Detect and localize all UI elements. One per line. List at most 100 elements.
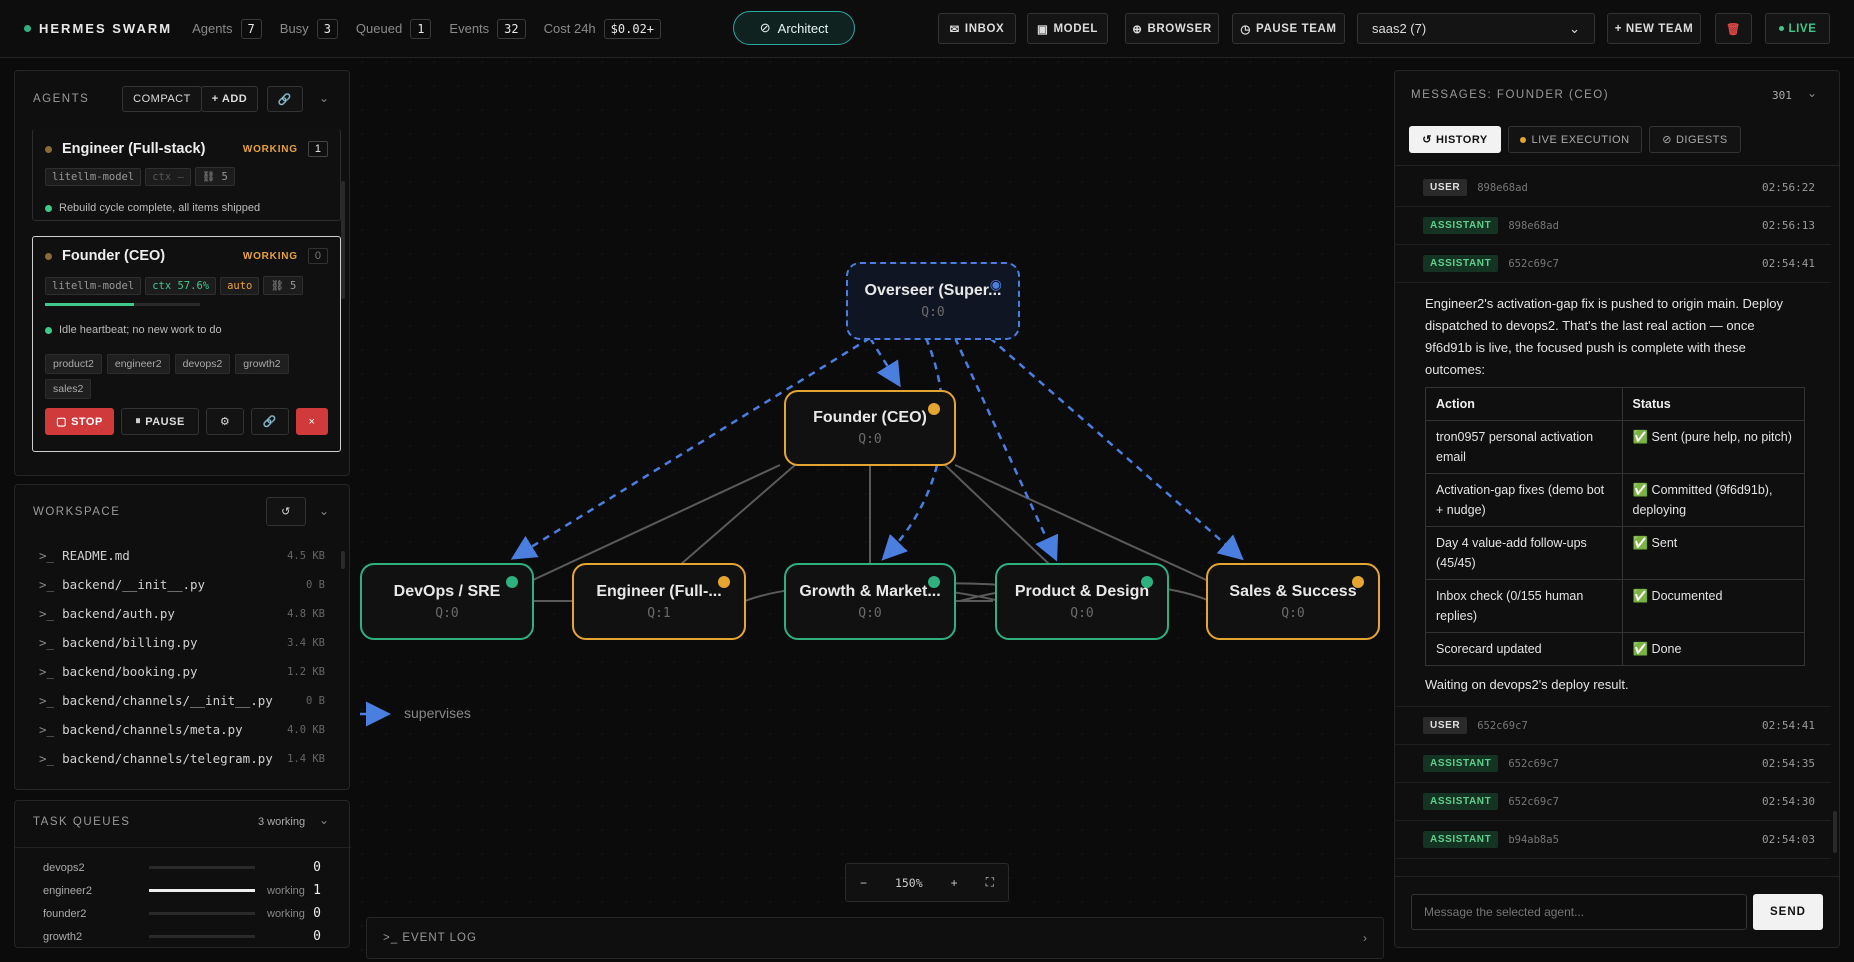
event-log-bar[interactable]: >_ EVENT LOG › <box>366 917 1384 959</box>
subordinate-chip[interactable]: sales2 <box>45 379 92 399</box>
stop-button[interactable]: ▢ STOP <box>45 408 114 435</box>
pause-button[interactable]: ⏸ PAUSE <box>121 408 199 435</box>
agent-card-engineer[interactable]: Engineer (Full-stack) WORKING 1 litellm-… <box>32 129 341 221</box>
chevron-down-icon[interactable]: ⌄ <box>1807 86 1817 100</box>
agents-title: AGENTS <box>33 93 90 105</box>
pause-team-button[interactable]: ◷ PAUSE TEAM <box>1232 13 1345 44</box>
status-cell: ✅ Committed (9f6d91b), deploying <box>1621 473 1805 527</box>
gear-icon[interactable]: ⚙ <box>206 408 244 435</box>
message-row[interactable]: ASSISTANT b94ab8a5 02:54:03 <box>1395 821 1831 859</box>
table-header: Action <box>1425 387 1623 421</box>
send-button[interactable]: SEND <box>1753 894 1823 930</box>
status-cell: ✅ Sent (pure help, no pitch) <box>1621 420 1805 474</box>
stat-value: $0.02+ <box>603 18 662 39</box>
subordinate-chip[interactable]: engineer2 <box>106 354 170 374</box>
subordinate-chip[interactable]: product2 <box>45 354 102 374</box>
file-size: 1.4 KB <box>287 752 325 765</box>
history-icon[interactable]: ↺ <box>266 497 306 526</box>
subordinate-chip[interactable]: devops2 <box>174 354 231 374</box>
tab-digests[interactable]: ⊘ DIGESTS <box>1649 126 1741 153</box>
fit-view-icon[interactable]: ⛶ <box>986 875 994 890</box>
node-devops[interactable]: DevOps / SRE Q:0 <box>360 563 534 640</box>
node-sales[interactable]: Sales & Success Q:0 <box>1206 563 1380 640</box>
node-product[interactable]: Product & Design Q:0 <box>995 563 1169 640</box>
chevron-down-icon[interactable]: ⌄ <box>319 91 329 105</box>
top-bar: HERMES SWARM Agents 7 Busy 3 Queued 1 Event… <box>0 0 1854 58</box>
role-badge: ASSISTANT <box>1423 255 1499 272</box>
message-id: 652c69c7 <box>1508 257 1559 270</box>
subordinate-chip[interactable]: growth2 <box>235 354 289 374</box>
note-dot-icon <box>45 204 52 212</box>
team-select[interactable]: saas2 (7) ⌄ <box>1357 13 1595 44</box>
node-overseer[interactable]: Overseer (Super... Q:0 ◉ <box>846 262 1020 340</box>
live-indicator[interactable]: LIVE <box>1765 13 1830 44</box>
tab-history[interactable]: ↺ HISTORY <box>1409 126 1501 153</box>
inbox-button[interactable]: ✉ INBOX <box>938 13 1016 44</box>
live-dot-icon <box>1778 26 1784 31</box>
file-row[interactable]: >_ backend/billing.py 3.4 KB <box>15 628 345 657</box>
message-row[interactable]: USER 652c69c7 02:54:41 <box>1395 707 1831 745</box>
delete-team-button[interactable]: 🗑 <box>1715 13 1752 44</box>
node-name: Overseer (Super... <box>864 282 1002 299</box>
message-input[interactable] <box>1411 894 1747 930</box>
queue-row: growth2 0 <box>15 925 345 948</box>
node-growth[interactable]: Growth & Market... Q:0 <box>784 563 956 640</box>
node-status-dot-icon <box>718 576 730 588</box>
queue-row: devops2 0 <box>15 856 345 879</box>
message-row[interactable]: ASSISTANT 652c69c7 02:54:30 <box>1395 783 1831 821</box>
chevron-down-icon[interactable]: ⌄ <box>319 813 329 827</box>
inbox-label: INBOX <box>964 22 1005 35</box>
message-id: 652c69c7 <box>1477 719 1528 732</box>
model-button[interactable]: ▣ MODEL <box>1027 13 1108 44</box>
file-row[interactable]: >_ backend/channels/__init__.py 0 B <box>15 686 345 715</box>
agent-graph-canvas[interactable]: Overseer (Super... Q:0 ◉ Founder (CEO) Q… <box>360 60 1390 962</box>
compact-button[interactable]: COMPACT <box>122 86 202 112</box>
delete-agent-button[interactable]: × <box>296 408 328 435</box>
file-name: backend/channels/meta.py <box>62 722 243 737</box>
zoom-out-button[interactable]: − <box>860 876 867 890</box>
scrollbar[interactable] <box>341 181 345 299</box>
link-icon[interactable]: 🔗 <box>251 408 289 435</box>
file-row[interactable]: >_ backend/__init__.py 0 B <box>15 570 345 599</box>
architect-button[interactable]: ⊘ Architect <box>733 11 855 45</box>
queue-bar <box>149 889 255 892</box>
browser-button[interactable]: ⊕ BROWSER <box>1125 13 1219 44</box>
file-row[interactable]: >_ backend/channels/meta.py 4.0 KB <box>15 715 345 744</box>
stat-label: Cost 24h <box>543 21 596 36</box>
message-row[interactable]: USER 898e68ad 02:56:22 <box>1395 169 1831 207</box>
new-team-button[interactable]: + NEW TEAM <box>1607 13 1701 44</box>
stat-busy: Busy 3 <box>280 18 338 39</box>
tab-live-execution[interactable]: LIVE EXECUTION <box>1508 126 1642 153</box>
agent-queue-count: 0 <box>307 248 328 264</box>
file-size: 3.4 KB <box>287 636 325 649</box>
scrollbar[interactable] <box>1833 811 1837 853</box>
queue-row: founder2 working 0 <box>15 902 345 925</box>
digest-icon: ⊘ <box>1662 134 1672 146</box>
file-row[interactable]: >_ README.md 4.5 KB <box>15 541 345 570</box>
file-name: backend/channels/__init__.py <box>62 693 273 708</box>
zoom-in-button[interactable]: + <box>951 876 958 890</box>
message-time: 02:54:35 <box>1762 757 1815 770</box>
link-icon[interactable]: 🔗 <box>267 86 303 112</box>
agent-status-dot-icon <box>45 252 52 260</box>
file-icon: >_ <box>39 664 55 679</box>
message-row[interactable]: ASSISTANT 898e68ad 02:56:13 <box>1395 207 1831 245</box>
node-queue: Q:0 <box>435 605 459 621</box>
agent-name: Engineer (Full-stack) <box>62 141 206 157</box>
event-log-label: EVENT LOG <box>402 932 477 944</box>
queue-bar <box>149 866 255 869</box>
message-row[interactable]: ASSISTANT 652c69c7 02:54:41 <box>1395 245 1831 283</box>
stop-label: STOP <box>71 415 103 428</box>
file-row[interactable]: >_ backend/channels/telegram.py 1.4 KB <box>15 744 345 773</box>
node-status-dot-icon <box>1352 576 1364 588</box>
table-row: Scorecard updated ✅ Done <box>1425 632 1805 666</box>
node-founder[interactable]: Founder (CEO) Q:0 <box>784 390 956 466</box>
agent-card-founder[interactable]: Founder (CEO) WORKING 0 litellm-model ctx… <box>32 236 341 452</box>
file-row[interactable]: >_ backend/booking.py 1.2 KB <box>15 657 345 686</box>
add-agent-button[interactable]: + ADD <box>201 86 258 112</box>
node-engineer[interactable]: Engineer (Full-... Q:1 <box>572 563 746 640</box>
action-cell: Inbox check (0/155 human replies) <box>1425 579 1623 633</box>
chevron-down-icon[interactable]: ⌄ <box>319 504 329 518</box>
message-row[interactable]: ASSISTANT 652c69c7 02:54:35 <box>1395 745 1831 783</box>
file-row[interactable]: >_ backend/auth.py 4.8 KB <box>15 599 345 628</box>
